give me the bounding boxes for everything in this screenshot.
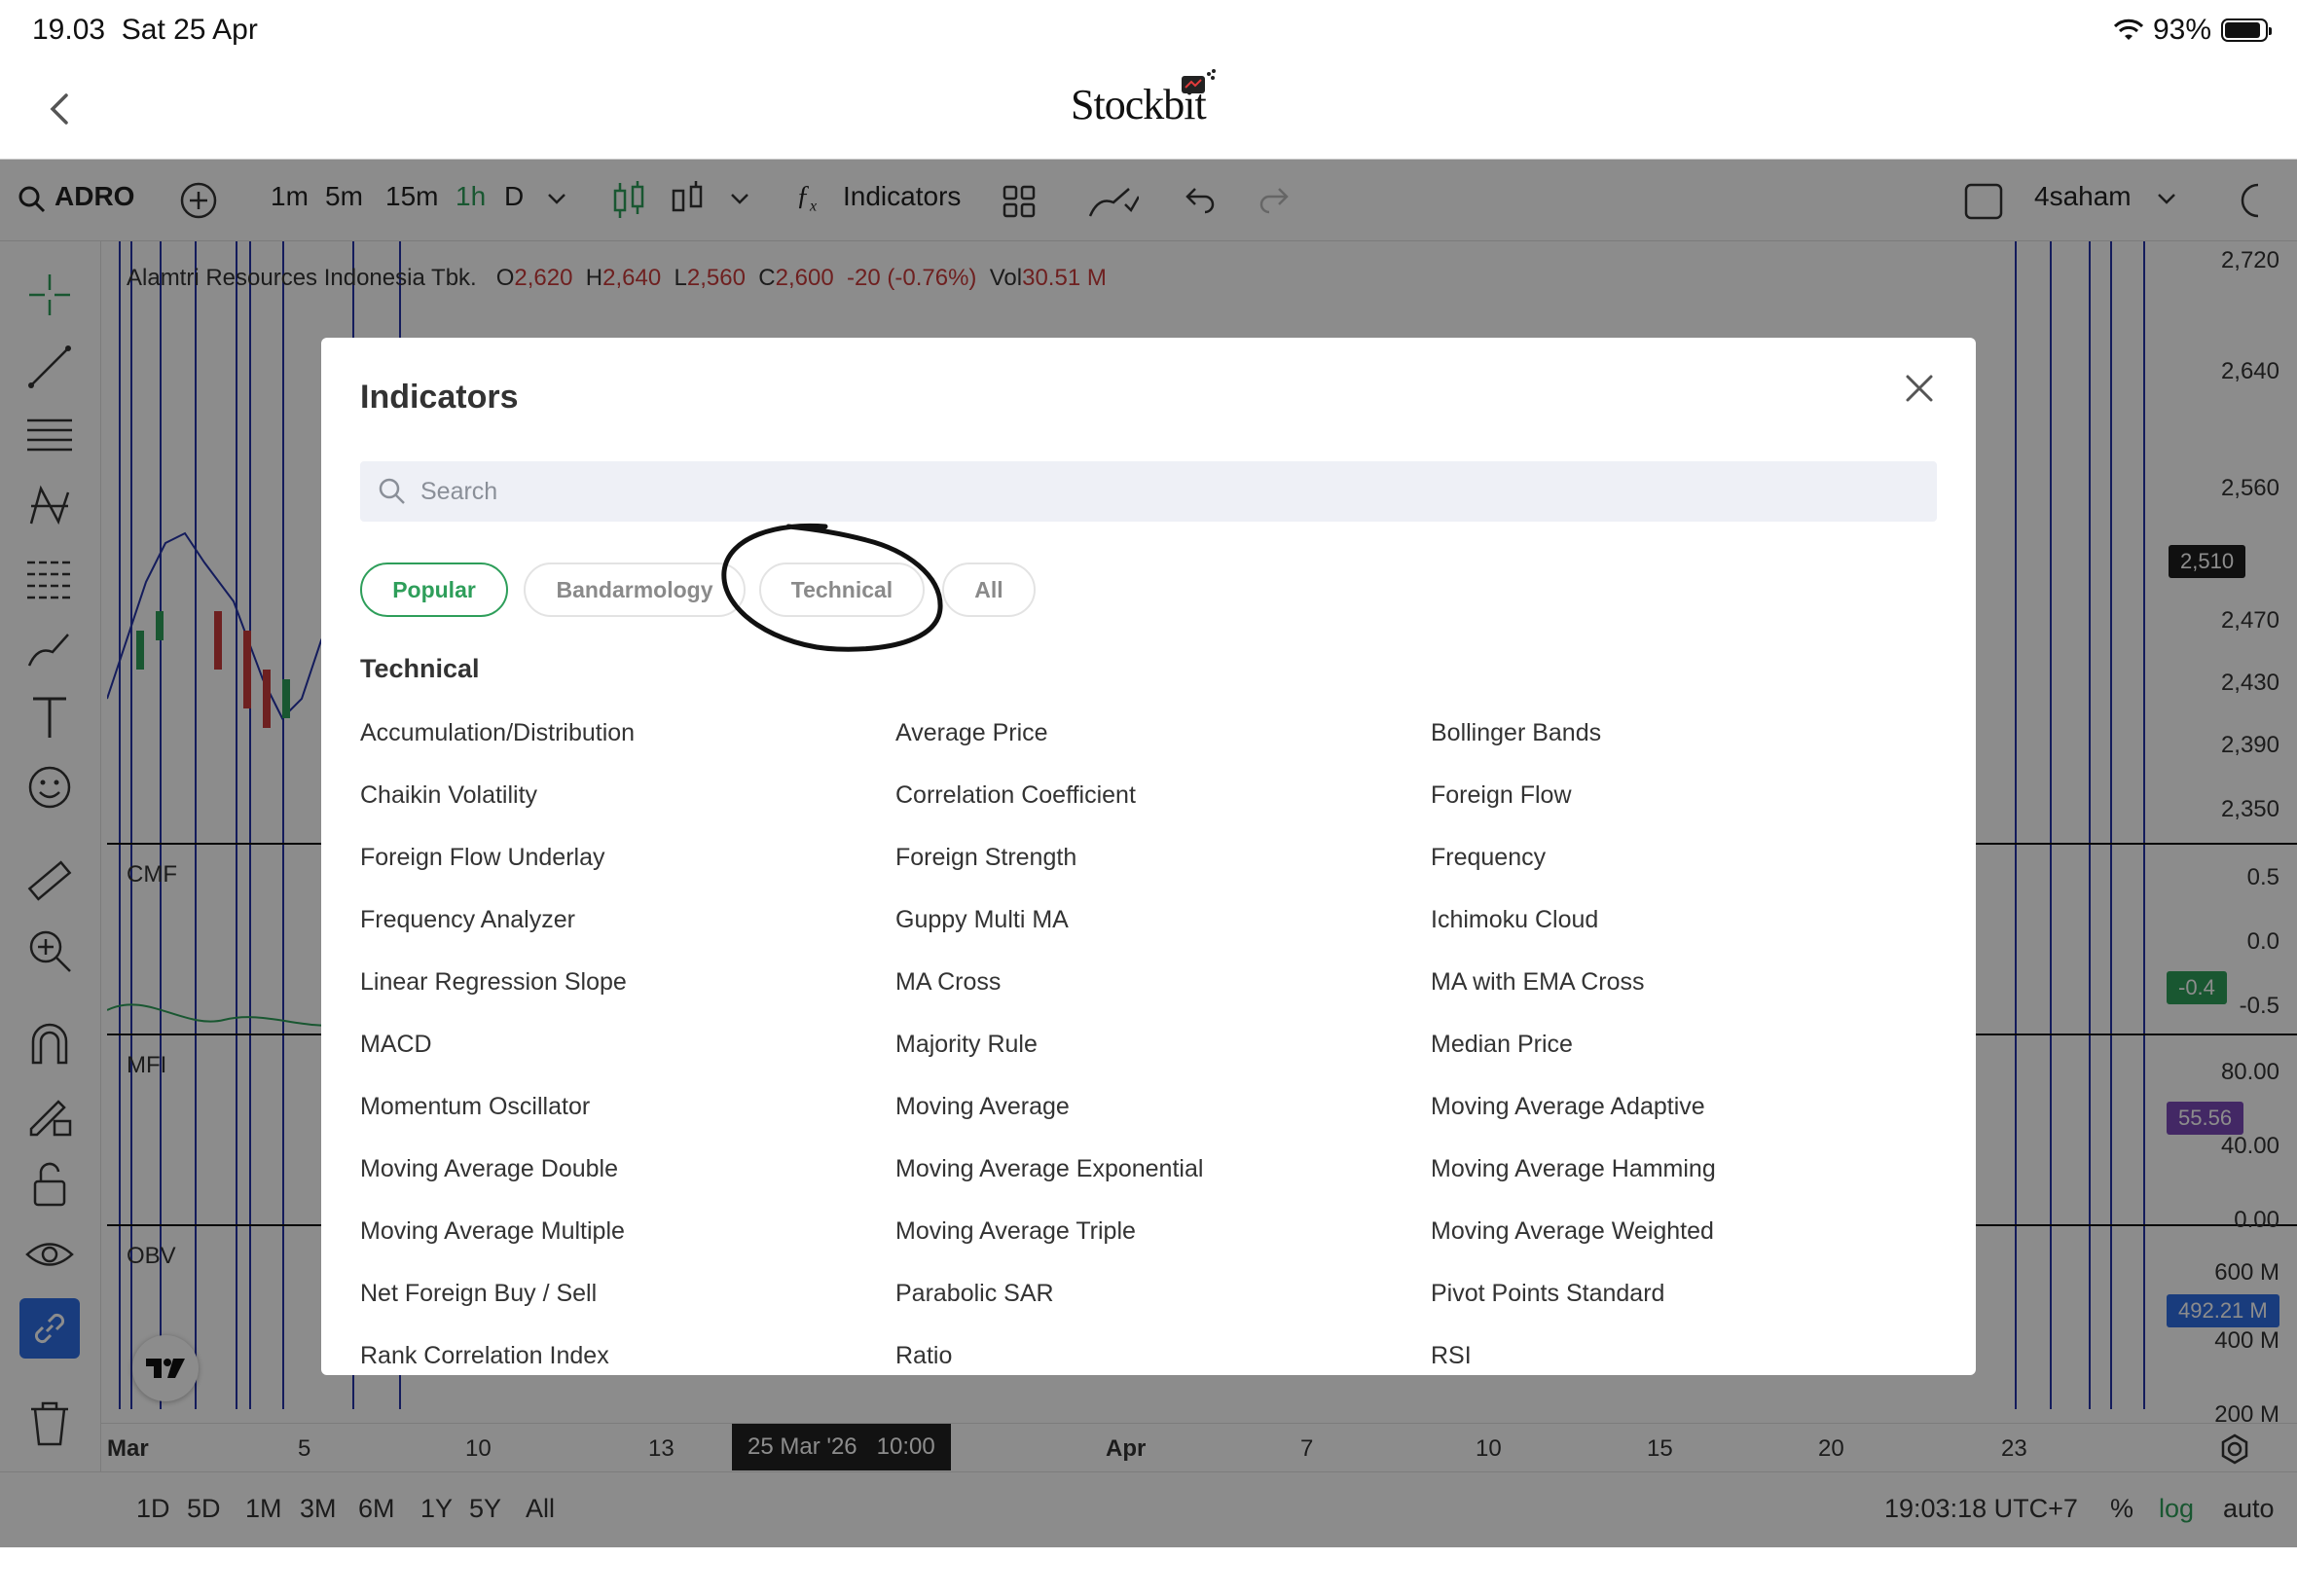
indicator-item[interactable]: Moving Average Weighted — [1431, 1217, 1714, 1246]
indicator-item[interactable]: RSI — [1431, 1342, 1472, 1370]
indicator-item[interactable]: Guppy Multi MA — [895, 906, 1069, 934]
indicator-item[interactable]: Frequency — [1431, 844, 1546, 872]
indicator-item[interactable]: Bollinger Bands — [1431, 719, 1601, 747]
status-bar: 19.03 Sat 25 Apr 93% — [0, 0, 2297, 60]
section-heading: Technical — [360, 654, 480, 683]
indicator-item[interactable]: Linear Regression Slope — [360, 968, 627, 997]
indicator-item[interactable]: MA Cross — [895, 968, 1001, 997]
indicator-item[interactable]: Ichimoku Cloud — [1431, 906, 1598, 934]
indicator-item[interactable]: MA with EMA Cross — [1431, 968, 1645, 997]
search-field[interactable] — [360, 461, 1937, 522]
indicator-item[interactable]: Moving Average Hamming — [1431, 1155, 1716, 1183]
indicator-item[interactable]: Moving Average Double — [360, 1155, 618, 1183]
indicator-item[interactable]: Moving Average Multiple — [360, 1217, 625, 1246]
indicator-item[interactable]: Median Price — [1431, 1031, 1573, 1059]
indicator-item[interactable]: Moving Average Adaptive — [1431, 1093, 1705, 1121]
chip-popular[interactable]: Popular — [360, 562, 508, 617]
indicator-item[interactable]: Correlation Coefficient — [895, 781, 1136, 810]
search-input[interactable] — [420, 461, 1919, 522]
status-time: 19.03 Sat 25 Apr — [32, 14, 258, 47]
indicator-item[interactable]: Majority Rule — [895, 1031, 1038, 1059]
indicator-item[interactable]: Foreign Flow — [1431, 781, 1572, 810]
indicator-item[interactable]: Frequency Analyzer — [360, 906, 575, 934]
status-clock: 19.03 — [32, 14, 106, 46]
indicator-item[interactable]: Parabolic SAR — [895, 1280, 1054, 1308]
app-logo: Stockbit — [1071, 69, 1216, 129]
indicators-modal: Indicators Popular Bandarmology Technica… — [321, 338, 1976, 1375]
app-header: Stockbit — [0, 60, 2297, 160]
indicator-item[interactable]: Chaikin Volatility — [360, 781, 537, 810]
wifi-icon — [2113, 18, 2143, 40]
indicator-item[interactable]: Pivot Points Standard — [1431, 1280, 1664, 1308]
logo-mark-icon — [1182, 69, 1216, 93]
chip-all[interactable]: All — [942, 562, 1036, 617]
search-icon — [379, 478, 405, 504]
indicator-item[interactable]: Average Price — [895, 719, 1048, 747]
indicator-item[interactable]: Foreign Flow Underlay — [360, 844, 605, 872]
back-button[interactable] — [39, 88, 82, 130]
indicator-item[interactable]: Moving Average Triple — [895, 1217, 1136, 1246]
chip-bandarmology[interactable]: Bandarmology — [524, 562, 746, 617]
battery-percent: 93% — [2152, 14, 2211, 46]
indicator-item[interactable]: Momentum Oscillator — [360, 1093, 590, 1121]
indicator-item[interactable]: MACD — [360, 1031, 432, 1059]
modal-title: Indicators — [360, 379, 519, 416]
indicator-item[interactable]: Foreign Strength — [895, 844, 1076, 872]
indicator-item[interactable]: Ratio — [895, 1342, 952, 1370]
indicator-item[interactable]: Accumulation/Distribution — [360, 719, 635, 747]
indicator-item[interactable]: Moving Average — [895, 1093, 1070, 1121]
indicator-item[interactable]: Rank Correlation Index — [360, 1342, 609, 1370]
close-icon[interactable] — [1900, 369, 1939, 408]
chip-technical[interactable]: Technical — [759, 562, 925, 617]
indicator-item[interactable]: Moving Average Exponential — [895, 1155, 1203, 1183]
battery-icon — [2221, 18, 2272, 42]
status-date: Sat 25 Apr — [121, 14, 258, 46]
status-indicators: 93% — [2113, 14, 2272, 47]
indicator-item[interactable]: Net Foreign Buy / Sell — [360, 1280, 597, 1308]
